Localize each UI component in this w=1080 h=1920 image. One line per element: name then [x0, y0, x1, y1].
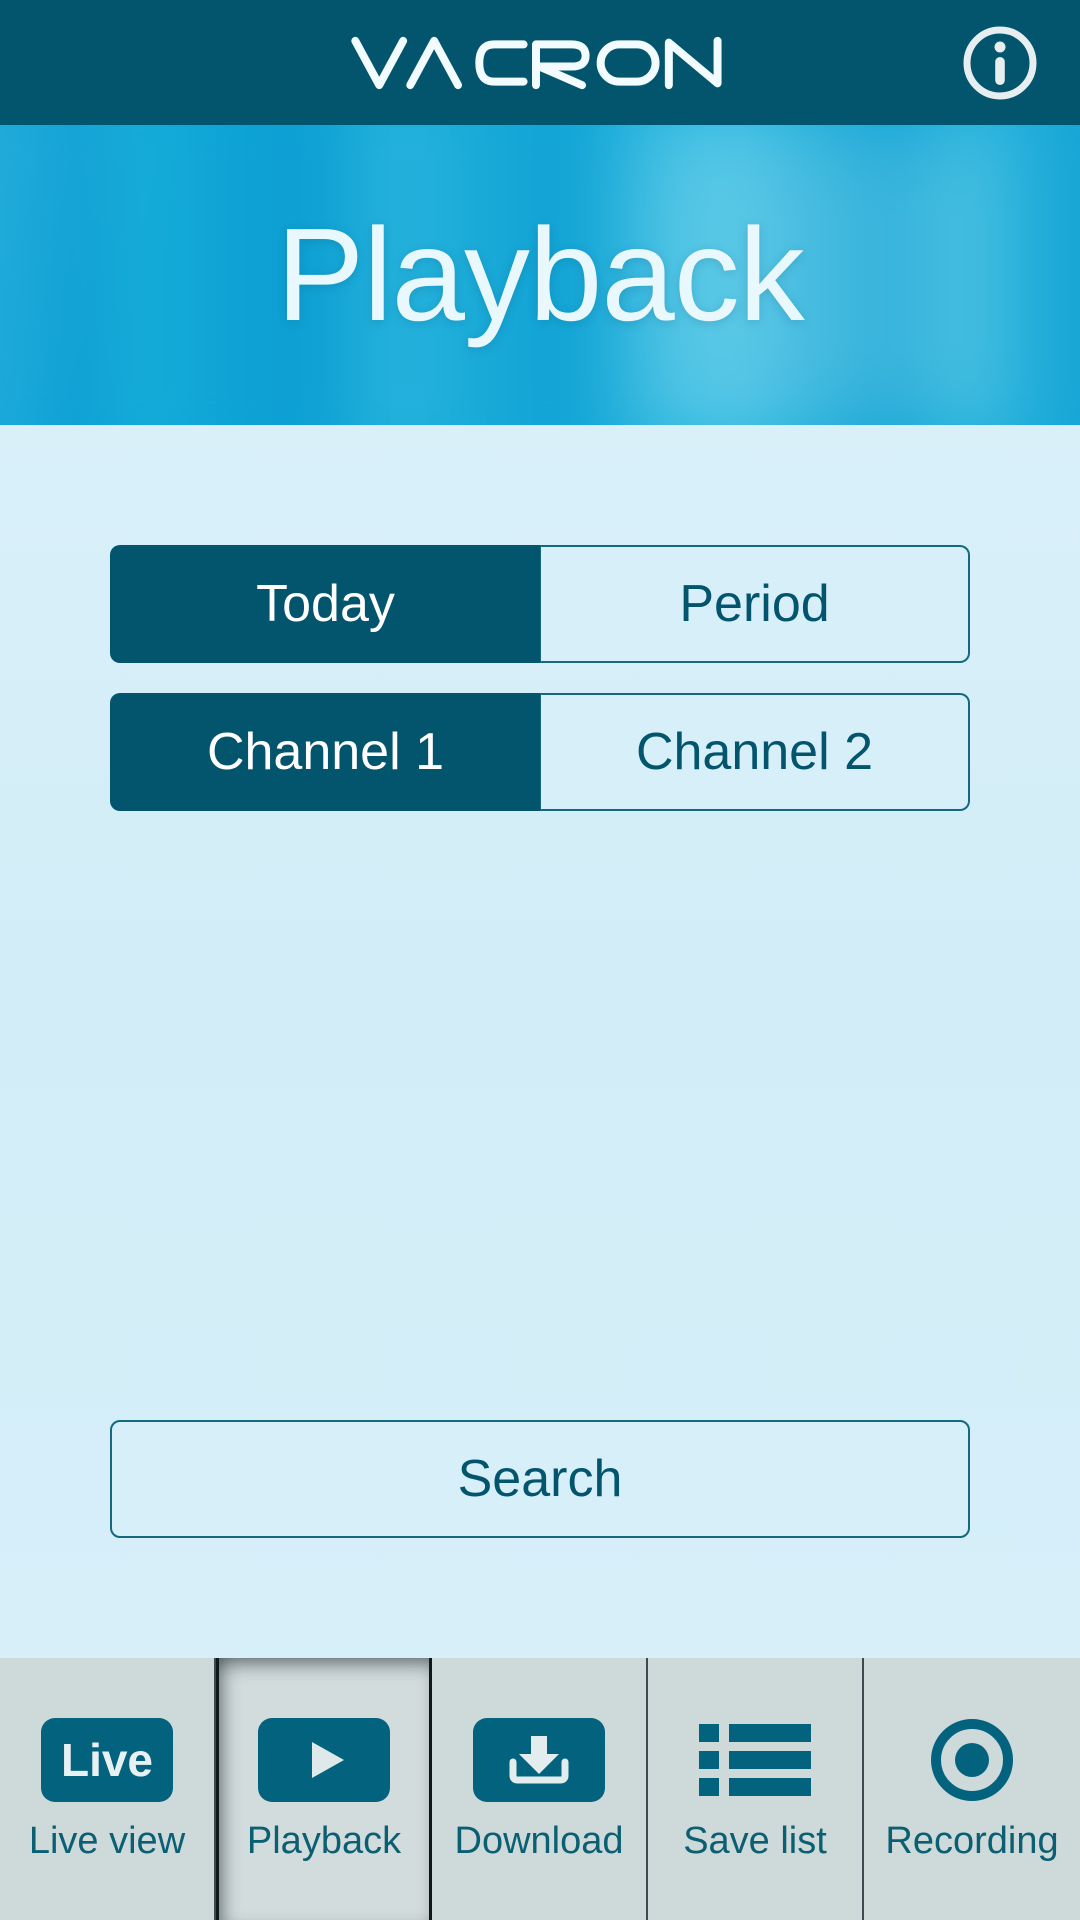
nav-item-download[interactable]: Download [432, 1658, 648, 1920]
play-icon [258, 1718, 390, 1802]
bottom-spacer [110, 1538, 970, 1658]
main-content: Today Period Channel 1 Channel 2 Search [0, 425, 1080, 1658]
channel-option-2[interactable]: Channel 2 [540, 693, 970, 811]
nav-label-download: Download [454, 1820, 624, 1862]
range-option-period[interactable]: Period [540, 545, 970, 663]
nav-item-live-view[interactable]: Live Live view [0, 1658, 216, 1920]
channel-option-1[interactable]: Channel 1 [110, 693, 540, 811]
nav-label-recording: Recording [885, 1820, 1059, 1862]
app-header [0, 0, 1080, 125]
channel-toggle: Channel 1 Channel 2 [110, 693, 970, 811]
search-button[interactable]: Search [110, 1420, 970, 1538]
date-range-toggle: Today Period [110, 545, 970, 663]
top-spacer [110, 425, 970, 545]
playback-screen: Playback Today Period Channel 1 Channel … [0, 0, 1080, 1920]
nav-item-save-list[interactable]: Save list [648, 1658, 864, 1920]
nav-label-playback: Playback [246, 1820, 402, 1862]
live-chip-icon: Live [41, 1718, 173, 1802]
toggle-spacer [110, 663, 970, 693]
bottom-navigation: Live Live view Playback Download Save li… [0, 1658, 1080, 1920]
download-tray-icon [473, 1718, 605, 1802]
info-button[interactable] [958, 21, 1042, 105]
nav-label-save-list: Save list [683, 1820, 827, 1862]
list-icon [689, 1718, 821, 1802]
nav-item-recording[interactable]: Recording [864, 1658, 1080, 1920]
live-chip-label: Live [41, 1718, 173, 1802]
vacron-logo [350, 36, 722, 89]
nav-label-live-view: Live view [28, 1820, 186, 1862]
range-option-today[interactable]: Today [110, 545, 540, 663]
record-dot-icon [906, 1718, 1038, 1802]
mid-spacer [110, 811, 970, 1420]
page-title: Playback [276, 201, 805, 348]
nav-item-playback[interactable]: Playback [216, 1658, 432, 1920]
page-banner: Playback [0, 125, 1080, 425]
info-circle-icon [963, 26, 1037, 99]
